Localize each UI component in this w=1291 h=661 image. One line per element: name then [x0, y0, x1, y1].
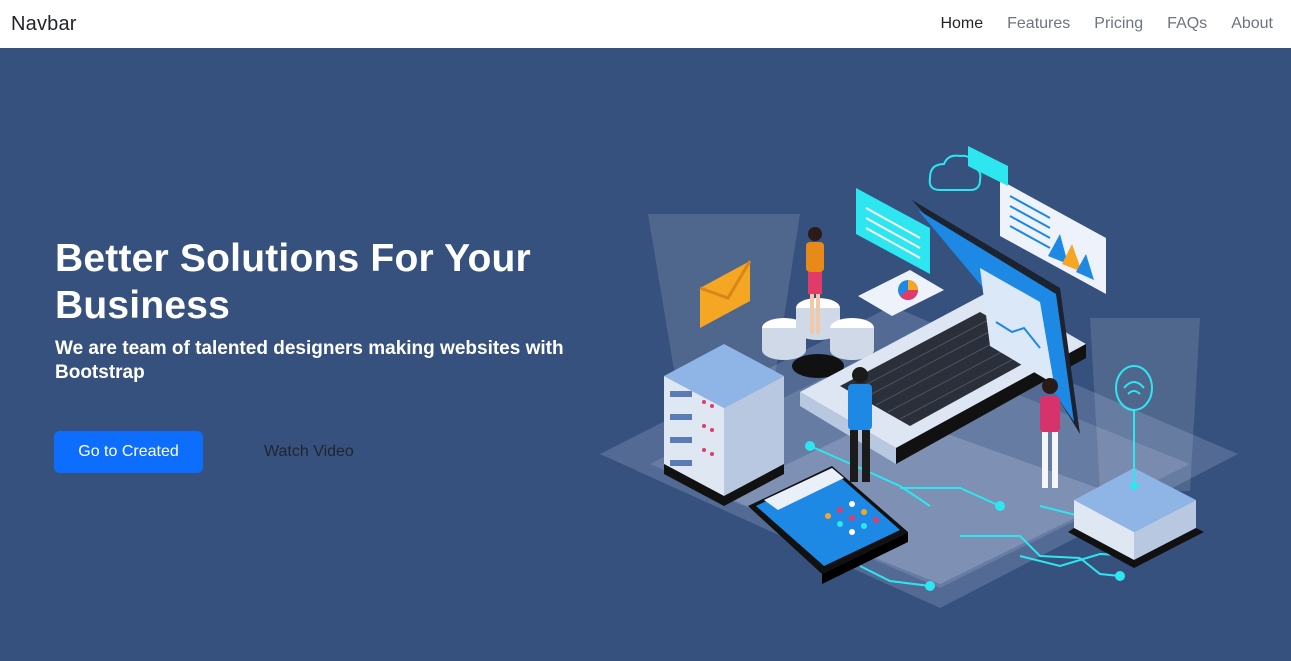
nav-link-home[interactable]: Home: [924, 0, 991, 48]
hero-actions: Go to Created Watch Video: [54, 431, 354, 473]
nav-link-pricing[interactable]: Pricing: [1078, 0, 1151, 48]
nav-link-features[interactable]: Features: [991, 0, 1078, 48]
cloud-icon: [928, 154, 982, 191]
hero-text: Better Solutions For Your Business We ar…: [55, 235, 595, 385]
navbar: Navbar Home Features Pricing FAQs About: [0, 0, 1291, 48]
nav-link-faqs[interactable]: FAQs: [1151, 0, 1215, 48]
server-left: [664, 344, 784, 506]
navbar-brand[interactable]: Navbar: [11, 13, 77, 36]
pie-chart-panel: [858, 270, 944, 316]
hero-subtitle: We are team of talented designers making…: [55, 338, 564, 383]
go-to-created-button[interactable]: Go to Created: [54, 431, 203, 473]
hero-section: Better Solutions For Your Business We ar…: [0, 48, 1291, 639]
nav-link-about[interactable]: About: [1215, 0, 1281, 48]
watch-video-button[interactable]: Watch Video: [264, 443, 354, 461]
hero-title: Better Solutions For Your Business: [55, 237, 531, 327]
hero-illustration: [600, 146, 1238, 608]
floating-panel-cyan: [856, 188, 930, 274]
nav-links: Home Features Pricing FAQs About: [924, 0, 1281, 48]
